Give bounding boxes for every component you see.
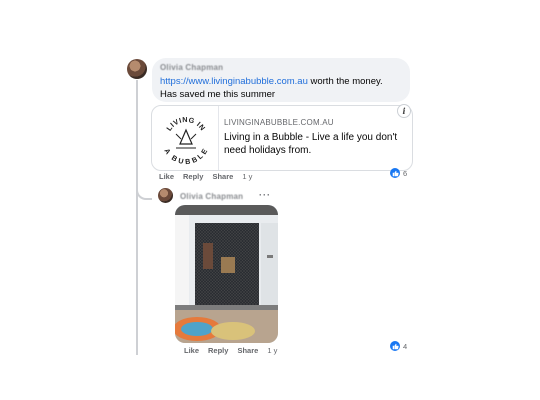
- more-options-icon[interactable]: ···: [259, 190, 271, 200]
- reply-button[interactable]: Reply: [183, 172, 203, 181]
- comment-text-suffix: worth the money.: [307, 76, 383, 87]
- comment-link[interactable]: https://www.livinginabubble.com.au: [160, 76, 308, 87]
- reaction-count: 6: [403, 168, 408, 178]
- logo-bottom-text: A BUBBLE: [162, 147, 208, 167]
- reply-button[interactable]: Reply: [208, 346, 228, 355]
- preview-divider: [218, 106, 219, 170]
- info-icon[interactable]: i: [397, 104, 411, 118]
- bubble-logo-icon: LIVING IN A BUBBLE: [162, 115, 209, 166]
- preview-domain: LIVINGINABUBBLE.COM.AU: [224, 118, 334, 127]
- share-button[interactable]: Share: [237, 346, 258, 355]
- reply-actions: Like Reply Share 1 y: [184, 346, 277, 355]
- comment-author[interactable]: Olivia Chapman: [160, 63, 223, 72]
- preview-logo: LIVING IN A BUBBLE: [158, 110, 214, 166]
- reply-photo[interactable]: [175, 205, 278, 343]
- reply-timestamp[interactable]: 1 y: [267, 346, 277, 355]
- like-button[interactable]: Like: [184, 346, 199, 355]
- thumbs-up-icon: [390, 341, 400, 351]
- reply-author[interactable]: Olivia Chapman: [180, 192, 243, 201]
- comment-text-line2: Has saved me this summer: [160, 89, 276, 100]
- comment-bubble: Olivia Chapman https://www.livinginabubb…: [152, 58, 410, 102]
- van-photo-image: [175, 205, 278, 343]
- svg-text:A BUBBLE: A BUBBLE: [162, 147, 209, 166]
- comment-actions: Like Reply Share 1 y: [159, 172, 252, 181]
- link-preview-card[interactable]: LIVING IN A BUBBLE LIVINGINABUBBLE.COM.A…: [151, 105, 413, 171]
- thumbs-up-icon: [390, 168, 400, 178]
- comment-timestamp[interactable]: 1 y: [242, 172, 252, 181]
- share-button[interactable]: Share: [212, 172, 233, 181]
- like-button[interactable]: Like: [159, 172, 174, 181]
- reaction-summary[interactable]: 6: [390, 168, 407, 178]
- comment-text: https://www.livinginabubble.com.au worth…: [160, 75, 405, 101]
- avatar[interactable]: [158, 188, 173, 203]
- thread-branch: [136, 184, 152, 200]
- thread-line-main: [136, 80, 138, 355]
- reaction-summary[interactable]: 4: [390, 341, 407, 351]
- reaction-count: 4: [403, 341, 408, 351]
- avatar[interactable]: [127, 59, 147, 79]
- preview-title[interactable]: Living in a Bubble - Live a life you don…: [224, 131, 404, 157]
